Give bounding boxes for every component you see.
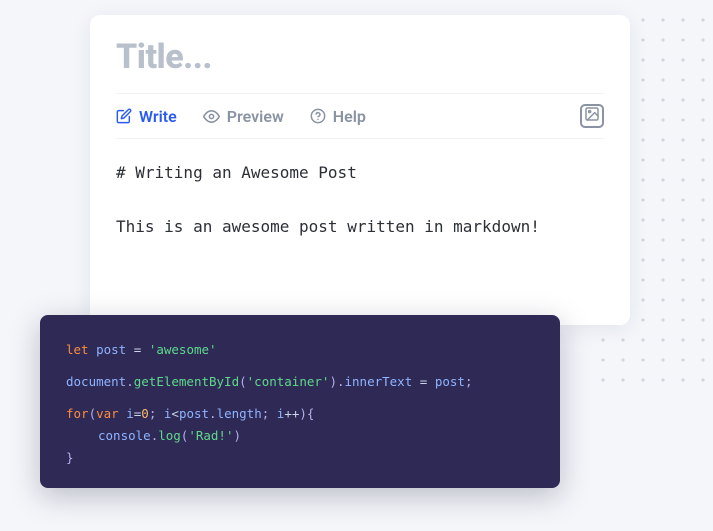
eye-icon: [203, 108, 220, 125]
image-icon: [584, 106, 600, 126]
code-line-3: for(var i=0; i<post.length; i++){: [66, 403, 534, 425]
tab-help[interactable]: Help: [310, 107, 366, 126]
editor-toolbar: Write Preview Help: [116, 93, 604, 139]
tab-preview[interactable]: Preview: [203, 107, 284, 126]
code-line-1: let post = 'awesome': [66, 339, 534, 361]
code-preview: let post = 'awesome' document.getElement…: [40, 315, 560, 488]
content-heading: # Writing an Awesome Post: [116, 161, 604, 185]
title-input[interactable]: Title...: [116, 37, 604, 77]
tab-label: Write: [139, 107, 177, 126]
insert-image-button[interactable]: [580, 104, 604, 128]
editor-content[interactable]: # Writing an Awesome Post This is an awe…: [116, 139, 604, 239]
code-line-4: console.log('Rad!'): [66, 425, 534, 447]
help-icon: [310, 108, 326, 124]
tab-label: Preview: [227, 107, 284, 126]
editor-card: Title... Write Preview Help #: [90, 15, 630, 325]
code-line-2: document.getElementById('container').inn…: [66, 371, 534, 393]
tab-write[interactable]: Write: [116, 107, 177, 126]
tab-label: Help: [333, 107, 366, 126]
pencil-icon: [116, 108, 132, 124]
code-line-5: }: [66, 447, 534, 469]
content-body: This is an awesome post written in markd…: [116, 215, 604, 239]
